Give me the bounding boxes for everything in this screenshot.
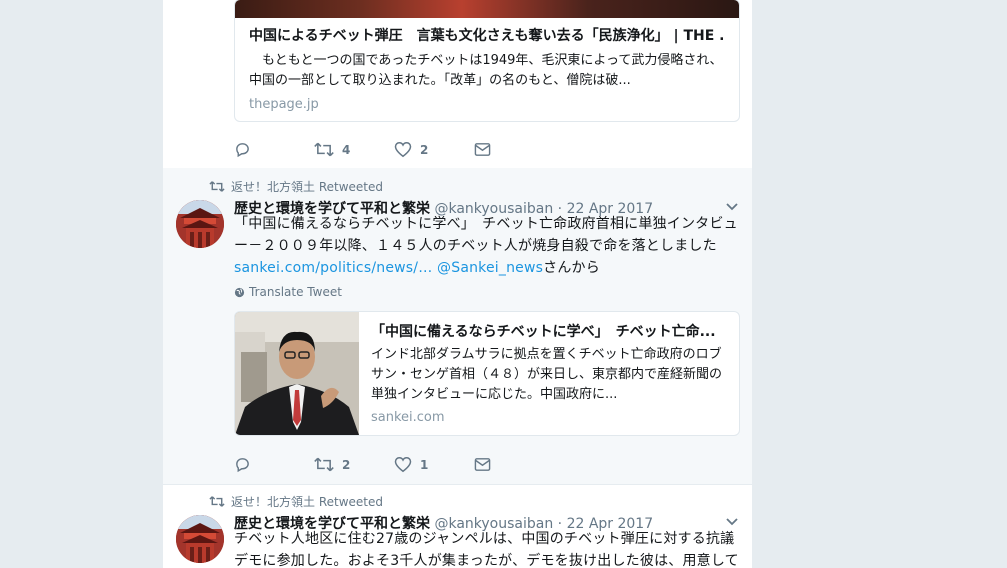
link-card[interactable]: 「中国に備えるならチベットに学べ」 チベット亡命... インド北部ダラムサラに拠… <box>234 311 740 436</box>
envelope-icon <box>474 458 491 471</box>
retweet-context-label: 返せ！北方領土 Retweeted <box>231 495 383 509</box>
retweet-count: 4 <box>342 142 351 157</box>
like-button[interactable]: 1 <box>394 456 474 473</box>
retweet-context: 返せ！北方領土 Retweeted <box>209 493 383 510</box>
mention-link[interactable]: @Sankei_news <box>437 260 543 276</box>
like-count: 2 <box>420 142 429 157</box>
dm-button[interactable] <box>474 142 491 157</box>
retweet-icon <box>314 142 334 157</box>
reply-icon <box>236 143 249 158</box>
card-image <box>235 0 739 18</box>
tweet-text-tail: さんから <box>543 260 600 276</box>
retweet-icon <box>209 496 225 507</box>
tweet-actions: 4 2 <box>234 141 491 158</box>
card-domain: sankei.com <box>371 410 445 425</box>
translate-tweet[interactable]: Translate Tweet <box>234 285 342 299</box>
dm-button[interactable] <box>474 457 491 472</box>
retweet-icon <box>209 181 225 192</box>
avatar[interactable] <box>176 200 224 248</box>
card-domain: thepage.jp <box>249 97 319 112</box>
retweet-button[interactable]: 4 <box>314 141 394 158</box>
retweet-icon <box>314 457 334 472</box>
reply-icon <box>236 458 249 473</box>
card-description: もともと一つの国であったチベットは1949年、毛沢東によって武力侵略され、中国の… <box>249 53 723 88</box>
like-count: 1 <box>420 457 429 472</box>
tweet-text-main: 「中国に備えるならチベットに学べ」 チベット亡命政府首相に単独インタビュー－２０… <box>234 216 738 254</box>
heart-icon <box>394 456 412 473</box>
tweet-2[interactable]: 返せ！北方領土 Retweeted 歴史と環境を学びて平和と繁栄 @kankyo… <box>163 484 752 568</box>
reply-button[interactable] <box>234 456 314 473</box>
envelope-icon <box>474 143 491 156</box>
tweet-0[interactable]: 中国によるチベット弾圧 言葉も文化さえも奪い去る「民族浄化」 | THE ...… <box>163 0 752 169</box>
retweet-context-label: 返せ！北方領土 Retweeted <box>231 180 383 194</box>
retweet-button[interactable]: 2 <box>314 456 394 473</box>
translate-label: Translate Tweet <box>249 285 342 299</box>
card-title: 中国によるチベット弾圧 言葉も文化さえも奪い去る「民族浄化」 | THE ... <box>249 28 725 44</box>
tweet-1[interactable]: 返せ！北方領土 Retweeted 歴史と環境を学びて平和と繁栄 @kankyo… <box>163 168 752 485</box>
timeline-stream: 中国によるチベット弾圧 言葉も文化さえも奪い去る「民族浄化」 | THE ...… <box>163 0 752 568</box>
like-button[interactable]: 2 <box>394 141 474 158</box>
tweet-link[interactable]: sankei.com/politics/news/… <box>234 260 432 276</box>
retweet-context: 返せ！北方領土 Retweeted <box>209 178 383 195</box>
link-card[interactable]: 中国によるチベット弾圧 言葉も文化さえも奪い去る「民族浄化」 | THE ...… <box>234 0 740 122</box>
card-description: インド北部ダラムサラに拠点を置くチベット亡命政府のロブサン・センゲ首相（４８）が… <box>371 347 723 402</box>
tweet-text: チベット人地区に住む27歳のジャンペルは、中国のチベット弾圧に対する抗議デモに参… <box>234 531 739 568</box>
reply-button[interactable] <box>234 141 314 158</box>
globe-icon <box>234 287 245 297</box>
card-image <box>235 312 359 435</box>
heart-icon <box>394 141 412 158</box>
avatar[interactable] <box>176 515 224 563</box>
card-title: 「中国に備えるならチベットに学べ」 チベット亡命... <box>371 324 716 340</box>
tweet-actions: 2 1 <box>234 456 491 473</box>
tweet-text: 「中国に備えるならチベットに学べ」 チベット亡命政府首相に単独インタビュー－２０… <box>234 213 744 279</box>
retweet-count: 2 <box>342 457 351 472</box>
